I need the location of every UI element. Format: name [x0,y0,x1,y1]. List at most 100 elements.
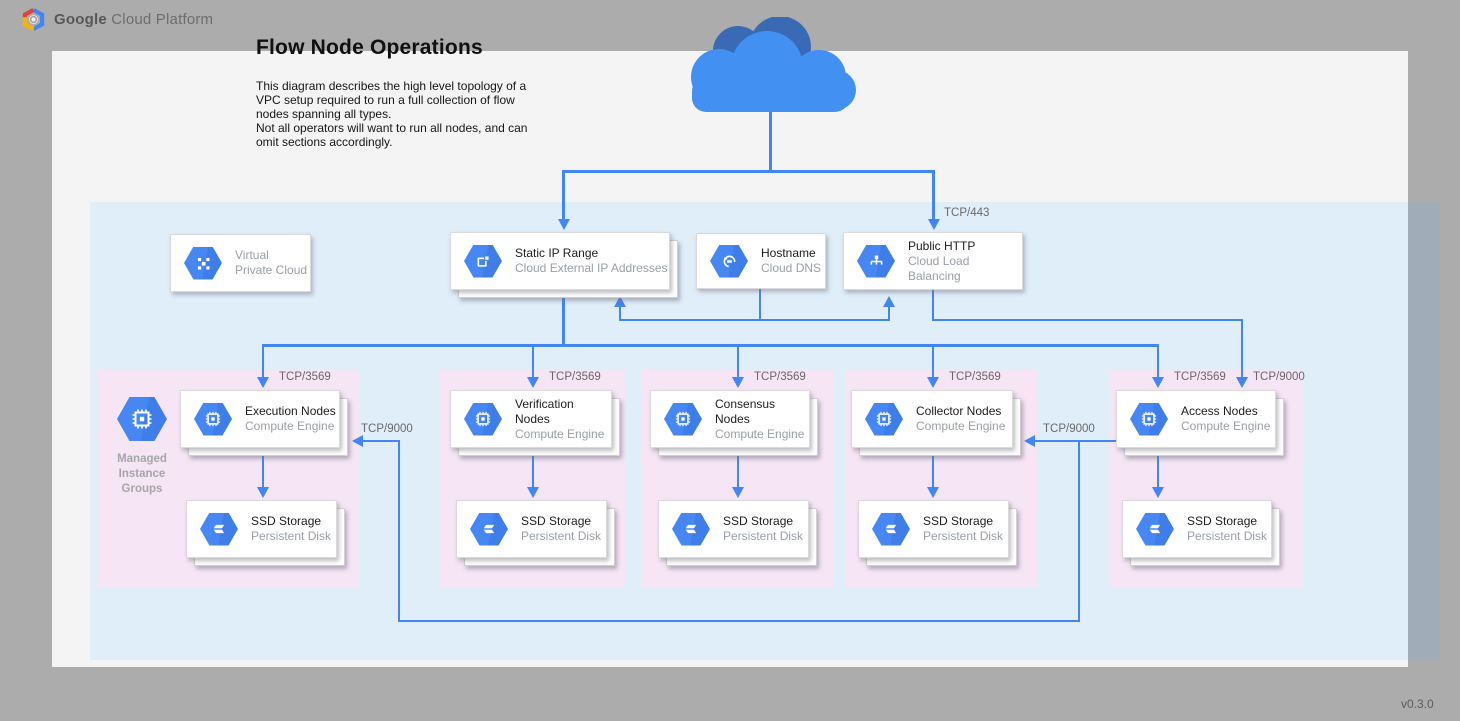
arrowhead [927,377,939,388]
description-line: VPC setup required to run a full collect… [256,93,527,107]
page-title: Flow Node Operations [256,36,483,60]
public-http-title: Public HTTP [908,239,1022,254]
connector-line [1241,319,1243,378]
vpc-region-overflow-band [1408,202,1440,660]
connector-line [532,344,534,378]
static-ip-card: Static IP Range Cloud External IP Addres… [450,232,670,290]
storage-card-title: SSD Storage [1187,514,1267,529]
arrowhead [1024,435,1035,447]
description-line: Not all operators will want to run all n… [256,121,527,135]
port-label-tcp9000: TCP/9000 [1043,423,1095,435]
persistent-disk-icon [200,513,238,546]
connector-line [737,452,739,488]
vpc-icon [184,247,222,280]
vpc-card-line1: Virtual [235,248,307,263]
compute-engine-icon [865,403,903,436]
consensus-nodes-card: Consensus Nodes Compute Engine [650,390,810,448]
compute-card-subtitle: Compute Engine [245,419,336,434]
compute-engine-icon [464,403,502,436]
compute-card-subtitle: Compute Engine [515,427,611,442]
storage-card-subtitle: Persistent Disk [923,529,1003,544]
connector-line [932,290,934,321]
connector-line [562,170,935,173]
port-label-tcp9000: TCP/9000 [1253,371,1305,383]
connector-line [262,344,1159,347]
compute-card-title: Verification Nodes [515,397,611,427]
arrowhead [257,377,269,388]
connector-line [398,441,400,621]
arrowhead [352,435,363,447]
page-description: This diagram describes the high level to… [256,79,527,149]
load-balancer-icon [857,245,895,278]
connector-line [737,344,739,378]
arrowhead [927,487,939,498]
managed-instance-groups-label: Managed Instance Groups [100,452,184,497]
connector-line [619,319,890,321]
connector-line [359,440,400,442]
static-ip-title: Static IP Range [515,246,668,261]
connector-line [262,344,264,378]
connector-line [1157,452,1159,488]
connector-line [562,170,565,222]
storage-card-subtitle: Persistent Disk [521,529,601,544]
persistent-disk-icon [1136,513,1174,546]
brand-text: Google Cloud Platform [54,11,213,28]
compute-card-subtitle: Compute Engine [1181,419,1270,434]
hostname-title: Hostname [761,246,821,261]
connector-line [619,305,621,321]
ssd-storage-card: SSD Storage Persistent Disk [456,500,607,558]
static-ip-subtitle: Cloud External IP Addresses [515,261,668,276]
public-http-card: Public HTTP Cloud Load Balancing [843,232,1023,290]
description-line: This diagram describes the high level to… [256,79,527,93]
ssd-storage-card: SSD Storage Persistent Disk [858,500,1009,558]
connector-line [932,344,934,378]
connector-line [1031,440,1117,442]
compute-card-subtitle: Compute Engine [715,427,809,442]
compute-card-title: Collector Nodes [916,404,1005,419]
storage-card-title: SSD Storage [521,514,601,529]
storage-card-title: SSD Storage [251,514,331,529]
execution-nodes-card: Execution Nodes Compute Engine [180,390,340,448]
port-label-tcp3569: TCP/3569 [949,371,1001,383]
storage-card-title: SSD Storage [723,514,803,529]
version-label: v0.3.0 [1401,697,1434,711]
compute-engine-icon [664,403,702,436]
connector-line [932,319,1243,321]
mig-label-line: Instance [100,467,184,482]
vpc-card-line2: Private Cloud [235,263,307,278]
persistent-disk-icon [470,513,508,546]
arrowhead [1152,487,1164,498]
compute-engine-icon [194,403,232,436]
ssd-storage-card: SSD Storage Persistent Disk [186,500,337,558]
connector-line [1157,344,1159,378]
arrowhead [928,219,940,230]
port-label-tcp3569: TCP/3569 [549,371,601,383]
port-label-tcp9000: TCP/9000 [361,423,413,435]
connector-line [759,289,761,321]
compute-engine-icon [1130,403,1168,436]
external-ip-icon [464,245,502,278]
collector-nodes-card: Collector Nodes Compute Engine [851,390,1013,448]
access-nodes-card: Access Nodes Compute Engine [1116,390,1276,448]
mig-label-line: Managed [100,452,184,467]
compute-card-title: Consensus Nodes [715,397,809,427]
compute-card-title: Execution Nodes [245,404,336,419]
port-label-tcp3569: TCP/3569 [1174,371,1226,383]
public-http-subtitle: Cloud Load Balancing [908,254,1022,284]
connector-line [932,452,934,488]
connector-line [888,305,890,321]
gcp-logo-icon [22,8,45,31]
connector-line [562,290,565,347]
connector-line [769,110,772,170]
connector-line [932,170,935,222]
arrowhead [732,377,744,388]
arrowhead [558,219,570,230]
storage-card-title: SSD Storage [923,514,1003,529]
port-label-tcp3569: TCP/3569 [754,371,806,383]
ssd-storage-card: SSD Storage Persistent Disk [1122,500,1272,558]
port-label-tcp3569: TCP/3569 [279,371,331,383]
arrowhead [1152,377,1164,388]
compute-card-subtitle: Compute Engine [916,419,1005,434]
vpc-card: Virtual Private Cloud [170,234,311,292]
arrowhead [883,296,895,307]
